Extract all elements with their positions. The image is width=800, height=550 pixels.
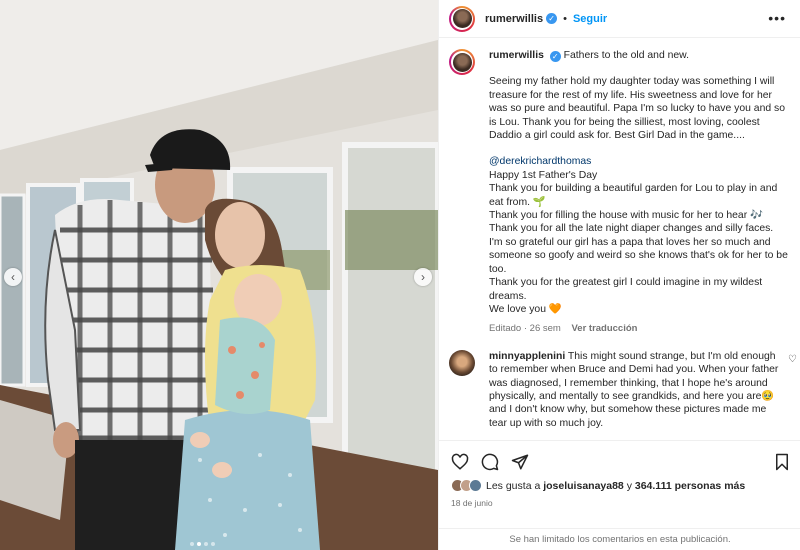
liker-avatar <box>469 479 482 492</box>
save-bookmark-icon[interactable] <box>773 453 791 471</box>
separator-dot: • <box>563 12 567 25</box>
comment-bubble-icon[interactable] <box>481 453 499 471</box>
post-header: rumerwillis ✓ • Seguir ••• <box>439 0 800 38</box>
comment-body: minnyapplenini This might sound strange,… <box>489 350 779 430</box>
heart-outline-icon[interactable]: ♡ <box>788 354 797 365</box>
likes-mid: y <box>626 479 632 492</box>
see-translation-button[interactable]: Ver traducción <box>571 323 637 334</box>
carousel-dot <box>204 542 208 546</box>
caption-line: We love you 🧡 <box>489 303 562 315</box>
likes-prefix: Les gusta a <box>486 479 541 492</box>
caption-time: Editado · 26 sem <box>489 323 561 335</box>
carousel-dots <box>190 542 215 546</box>
caption-paragraph: Seeing my father hold my daughter today … <box>489 76 785 142</box>
carousel-dot <box>211 542 215 546</box>
caption-line: Thank you for all the late night diaper … <box>489 223 788 275</box>
carousel-dot <box>190 542 194 546</box>
likes-count-link[interactable]: 364.111 personas más <box>635 480 745 492</box>
like-heart-icon[interactable] <box>451 453 469 471</box>
post-photo: ‹ › <box>0 0 438 550</box>
action-icons <box>439 441 800 475</box>
caption-first-line: Fathers to the old and new. <box>563 50 690 61</box>
author-username[interactable]: rumerwillis <box>485 13 543 25</box>
comment-item: minnyapplenini This might sound strange,… <box>439 336 800 430</box>
caption-line: Thank you for building a beautiful garde… <box>489 183 778 208</box>
caption-body: rumerwillis ✓ Fathers to the old and new… <box>489 49 789 336</box>
caption-line: Thank you for filling the house with mus… <box>489 210 763 222</box>
share-send-icon[interactable] <box>511 453 529 471</box>
comments-limited-notice: Se han limitado los comentarios en esta … <box>439 528 800 550</box>
comment-avatar[interactable] <box>449 349 475 376</box>
carousel-next-button[interactable]: › <box>414 268 432 286</box>
caption-line: Happy 1st Father's Day <box>489 169 598 181</box>
verified-badge-icon: ✓ <box>546 13 558 24</box>
post-sidebar: rumerwillis ✓ • Seguir ••• rumerwillis ✓… <box>438 0 800 550</box>
post-actions: Les gusta a joseluisanaya88 y 364.111 pe… <box>439 440 800 540</box>
comments-scroll[interactable]: rumerwillis ✓ Fathers to the old and new… <box>439 39 800 439</box>
caption: rumerwillis ✓ Fathers to the old and new… <box>439 39 800 336</box>
likes-summary: Les gusta a joseluisanaya88 y 364.111 pe… <box>439 475 800 492</box>
carousel-prev-button[interactable]: ‹ <box>4 268 22 286</box>
comment-username[interactable]: minnyapplenini <box>489 351 565 362</box>
caption-line: Thank you for the greatest girl I could … <box>489 277 763 302</box>
more-options-icon[interactable]: ••• <box>768 10 786 26</box>
post-date: 18 de junio <box>451 498 493 508</box>
follow-button[interactable]: Seguir <box>573 13 607 25</box>
likes-user-link[interactable]: joseluisanaya88 <box>543 480 624 492</box>
caption-username[interactable]: rumerwillis <box>489 50 544 61</box>
caption-meta: Editado · 26 sem Ver traducción <box>489 322 789 335</box>
mention-link[interactable]: @derekrichardthomas <box>489 156 591 167</box>
carousel-dot-active <box>197 542 201 546</box>
caption-avatar[interactable] <box>449 49 475 75</box>
verified-badge-icon: ✓ <box>549 51 561 62</box>
author-avatar[interactable] <box>449 5 475 32</box>
photo-illustration <box>0 0 438 550</box>
comment-text: This might sound strange, but I'm old en… <box>489 350 779 429</box>
